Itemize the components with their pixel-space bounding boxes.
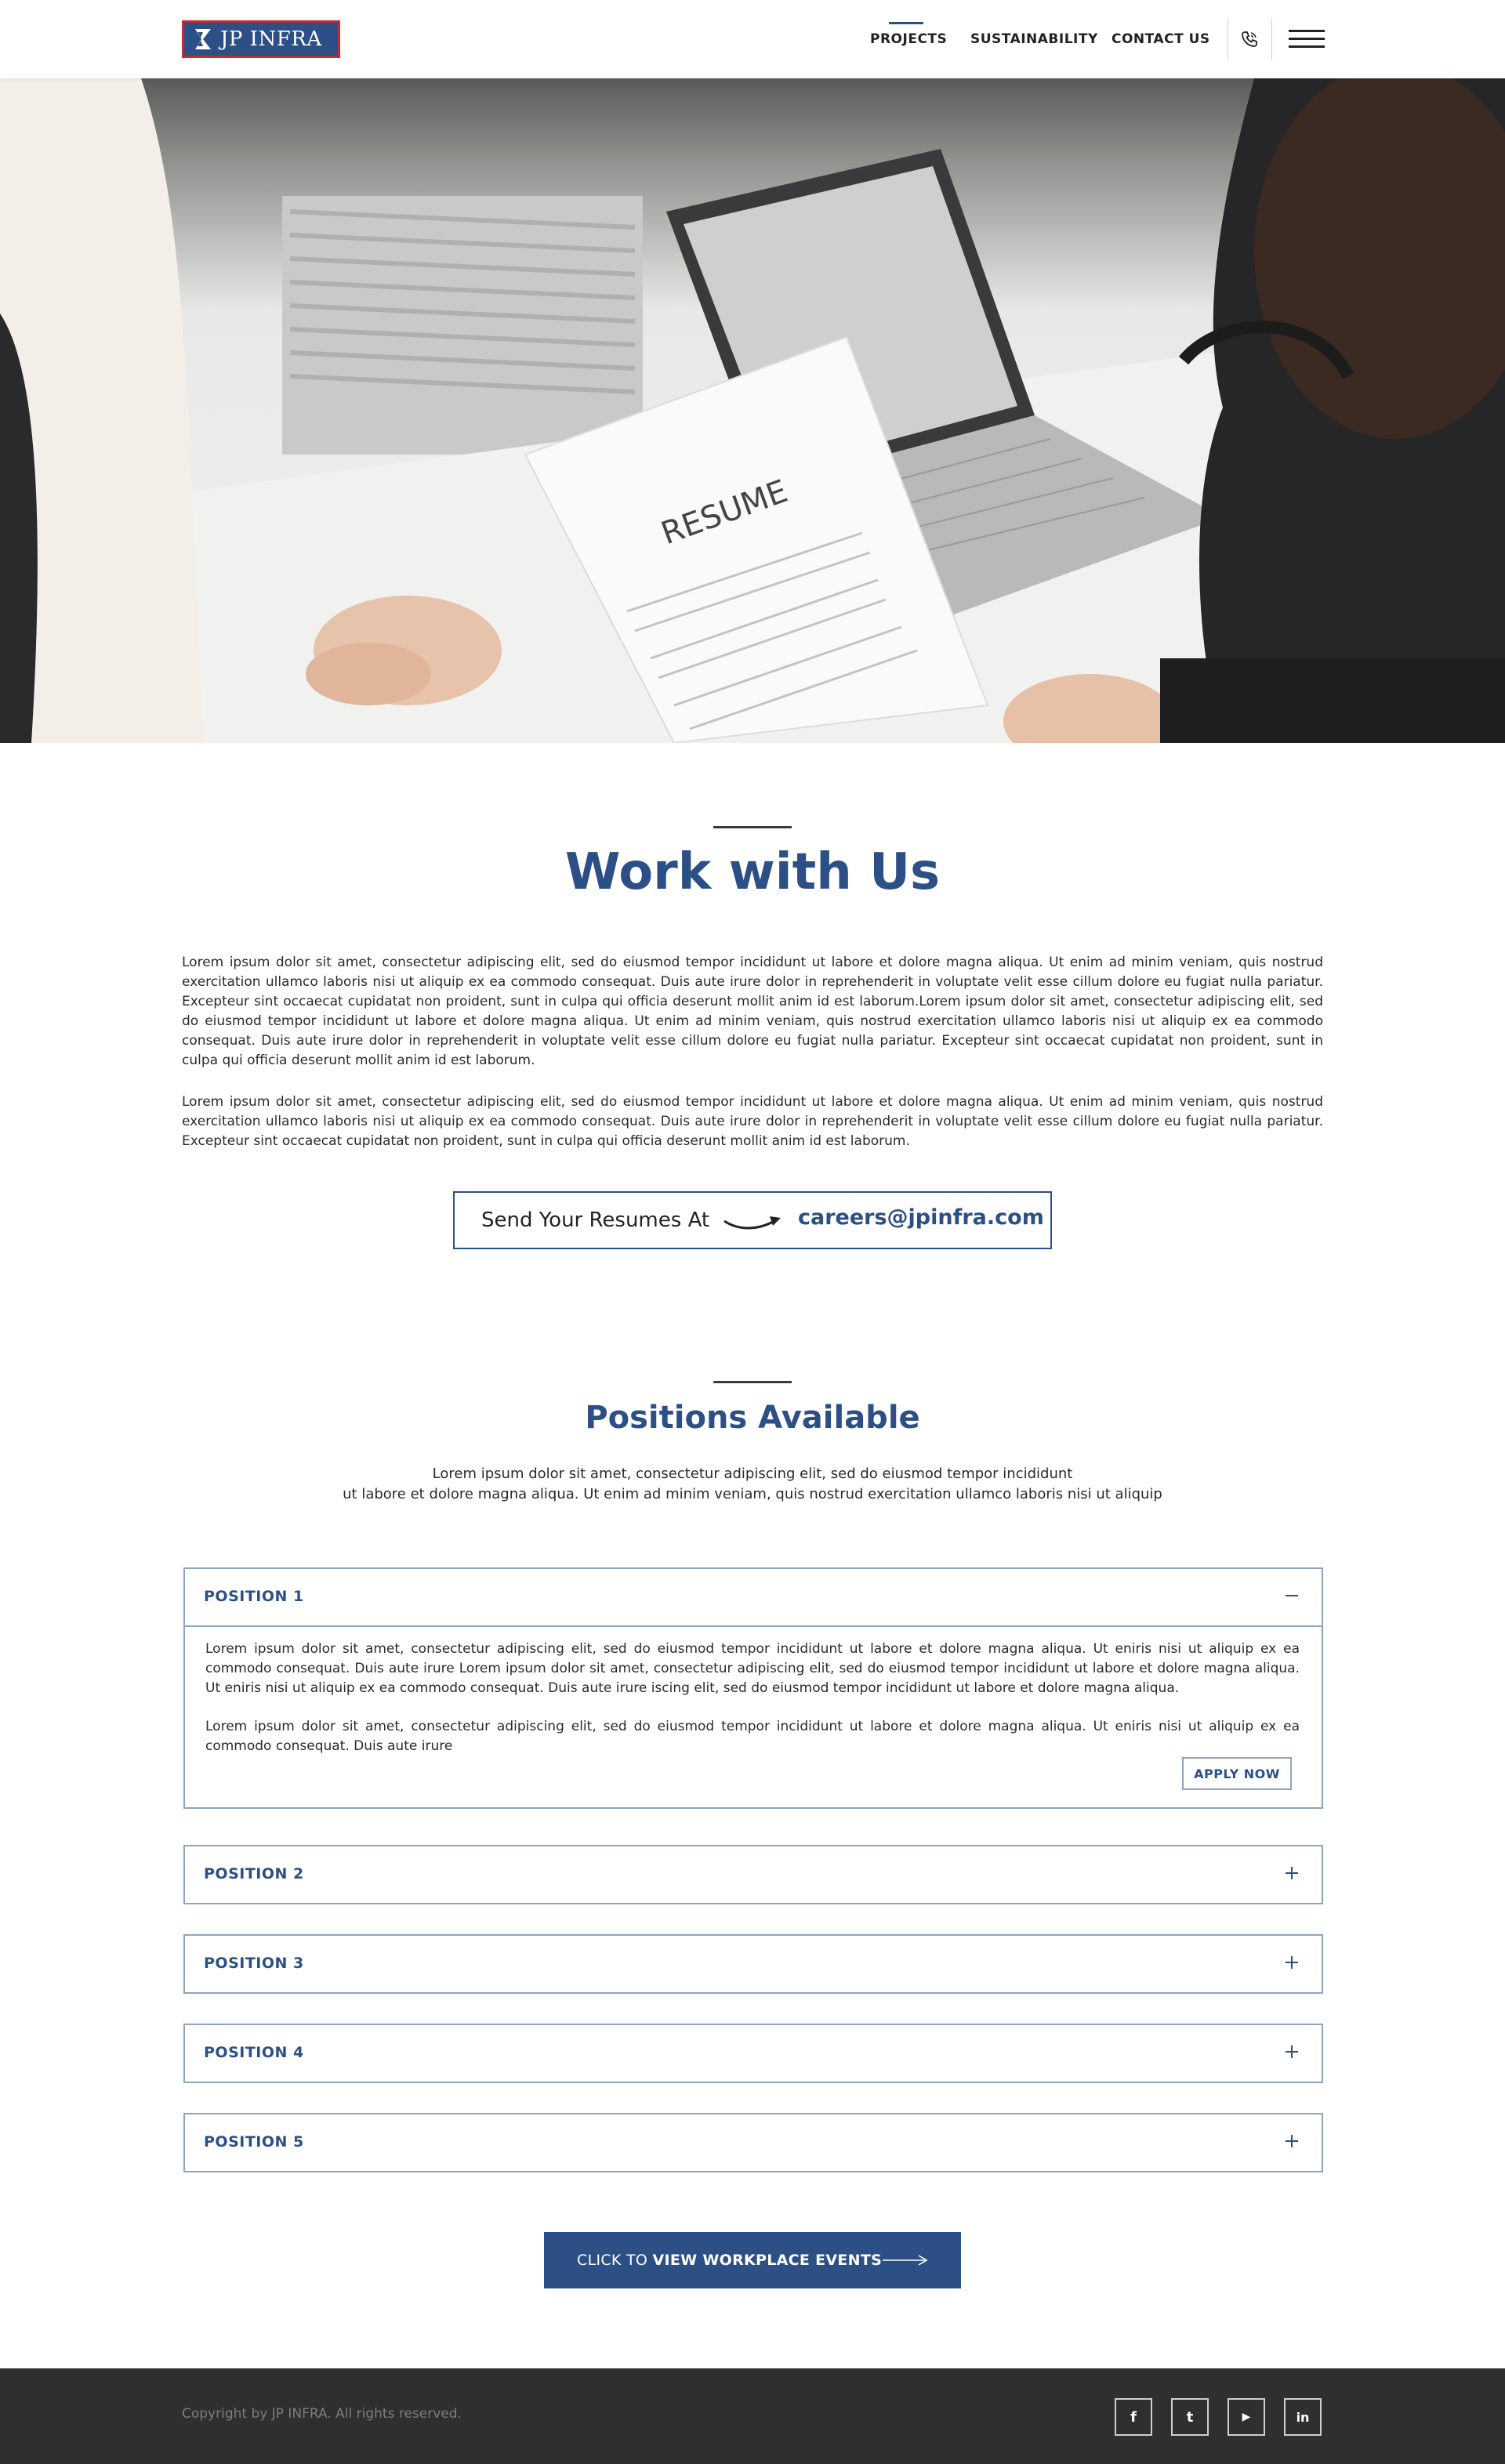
youtube-icon[interactable]: ▶ (1228, 2398, 1265, 2436)
logo-text: JP INFRA (220, 27, 322, 51)
hamburger-menu-icon[interactable] (1289, 30, 1325, 49)
site-header: JP INFRA PROJECTS SUSTAINABILITY CONTACT… (0, 0, 1505, 78)
position-title: POSITION 2 (204, 1865, 304, 1882)
positions-intro: Lorem ipsum dolor sit amet, consectetur … (0, 1464, 1505, 1505)
position-accordion-item[interactable]: POSITION 4 (183, 2024, 1323, 2083)
nav-divider (1271, 19, 1272, 60)
cta-label: CLICK TO VIEW WORKPLACE EVENTS (577, 2252, 882, 2269)
nav-sustainability[interactable]: SUSTAINABILITY (970, 31, 1098, 47)
logo-mark-icon (194, 27, 212, 51)
expand-plus-icon[interactable] (1282, 1864, 1301, 1882)
section-divider (713, 1381, 792, 1383)
nav-active-indicator (889, 22, 923, 24)
expand-plus-icon[interactable] (1282, 2132, 1301, 2151)
positions-intro-line: ut labore et dolore magna aliqua. Ut eni… (343, 1486, 1162, 1502)
nav-contact-us[interactable]: CONTACT US (1112, 31, 1210, 47)
facebook-icon[interactable]: f (1115, 2398, 1152, 2436)
site-footer: Copyright by JP INFRA. All rights reserv… (0, 2368, 1505, 2464)
position-description: Lorem ipsum dolor sit amet, consectetur … (205, 1641, 1300, 1696)
position-title: POSITION 1 (204, 1588, 304, 1605)
position-accordion-item: POSITION 1 Lorem ipsum dolor sit amet, c… (183, 1567, 1323, 1809)
arrow-right-icon (883, 2255, 928, 2266)
position-title: POSITION 3 (204, 1955, 304, 1972)
hero-image: RESUME (0, 78, 1505, 743)
expand-plus-icon[interactable] (1282, 1953, 1301, 1972)
resume-label: Send Your Resumes At (481, 1208, 710, 1232)
nav-projects[interactable]: PROJECTS (870, 31, 947, 47)
expand-plus-icon[interactable] (1282, 2042, 1301, 2061)
twitter-icon[interactable]: t (1171, 2398, 1209, 2436)
position-title: POSITION 5 (204, 2133, 304, 2151)
careers-email-link[interactable]: careers@jpinfra.com (798, 1205, 1044, 1230)
apply-now-button[interactable]: APPLY NOW (1182, 1757, 1292, 1790)
view-workplace-events-button[interactable]: CLICK TO VIEW WORKPLACE EVENTS (544, 2232, 961, 2288)
positions-intro-line: Lorem ipsum dolor sit amet, consectetur … (432, 1466, 1073, 1482)
linkedin-icon[interactable]: in (1284, 2398, 1322, 2436)
page-title: Work with Us (564, 843, 941, 901)
position-title: POSITION 4 (204, 2044, 304, 2061)
accordion-body: Lorem ipsum dolor sit amet, consectetur … (185, 1625, 1322, 1807)
position-accordion-item[interactable]: POSITION 5 (183, 2113, 1323, 2172)
positions-title: Positions Available (585, 1400, 920, 1436)
curved-arrow-icon (723, 1216, 781, 1230)
intro-paragraph: Lorem ipsum dolor sit amet, consectetur … (182, 955, 1323, 1068)
resume-email-box: Send Your Resumes At careers@jpinfra.com (453, 1191, 1052, 1249)
collapse-minus-icon[interactable] (1282, 1586, 1301, 1605)
position-accordion-item[interactable]: POSITION 3 (183, 1934, 1323, 1994)
phone-icon[interactable] (1240, 30, 1259, 49)
section-divider (713, 826, 792, 828)
cta-prefix: CLICK TO (577, 2252, 653, 2269)
cta-bold: VIEW WORKPLACE EVENTS (652, 2252, 883, 2269)
jp-infra-logo[interactable]: JP INFRA (182, 20, 340, 58)
accordion-header[interactable]: POSITION 1 (185, 1569, 1322, 1625)
position-description: Lorem ipsum dolor sit amet, consectetur … (205, 1719, 1300, 1754)
position-accordion-item[interactable]: POSITION 2 (183, 1845, 1323, 1904)
copyright-text: Copyright by JP INFRA. All rights reserv… (182, 2406, 462, 2422)
intro-paragraph: Lorem ipsum dolor sit amet, consectetur … (182, 1094, 1323, 1149)
